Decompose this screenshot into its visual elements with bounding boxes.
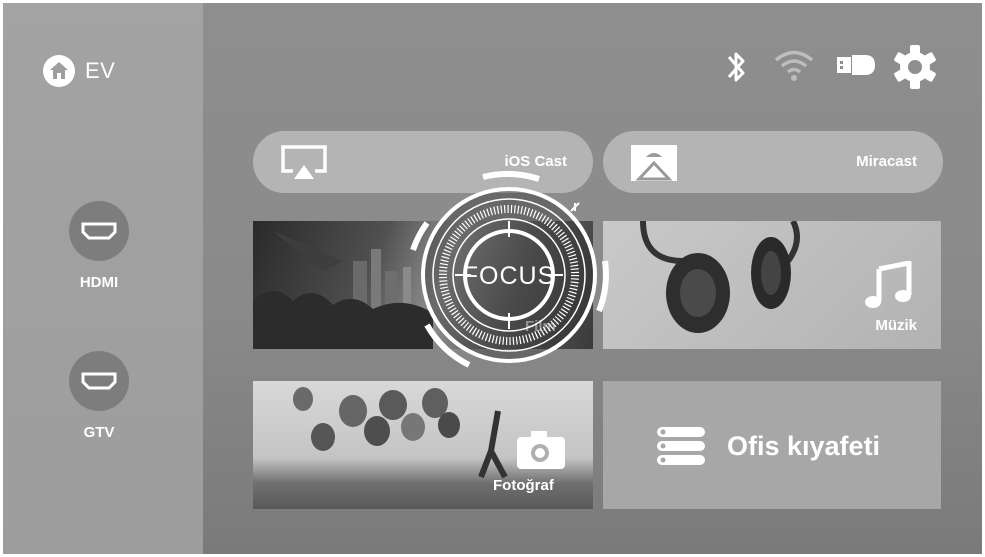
music-tile[interactable]: Müzik [603,221,941,349]
hdmi-port-icon [69,201,129,261]
source-gtv-button[interactable]: GTV [67,351,131,441]
gear-icon[interactable] [889,41,941,93]
source-hdmi-button[interactable]: HDMI [67,201,131,291]
wifi-icon[interactable] [773,47,815,83]
usb-icon[interactable] [835,47,879,83]
bluetooth-icon[interactable] [725,47,749,87]
office-label: Ofis kıyafeti [727,431,881,461]
home-icon [43,55,75,87]
office-tile[interactable]: Ofis kıyafeti [603,381,941,509]
home-button[interactable]: EV [43,55,115,87]
miracast-icon [631,145,677,181]
sidebar: EV HDMI GTV [3,3,203,554]
focus-label: FOCUS [463,262,556,290]
photo-label: Fotoğraf [493,477,554,494]
miracast-button[interactable]: Miracast [603,131,943,193]
music-label: Müzik [875,317,917,334]
home-label: EV [85,58,116,83]
miracast-label: Miracast [856,153,917,170]
source-gtv-label: GTV [83,424,115,441]
list-icon [657,427,705,465]
headphones-image [640,221,800,333]
projector-home-screen: EV HDMI GTV iOS Cast Miracast Müzik Foto… [3,3,982,554]
hdmi-port-icon [69,351,129,411]
focus-overlay[interactable]: FOCUS [399,165,619,385]
source-hdmi-label: HDMI [79,274,119,291]
camera-icon [517,431,565,469]
photo-tile[interactable]: Fotoğraf [253,381,593,509]
music-note-icon [865,261,912,308]
airplay-icon [281,145,327,179]
